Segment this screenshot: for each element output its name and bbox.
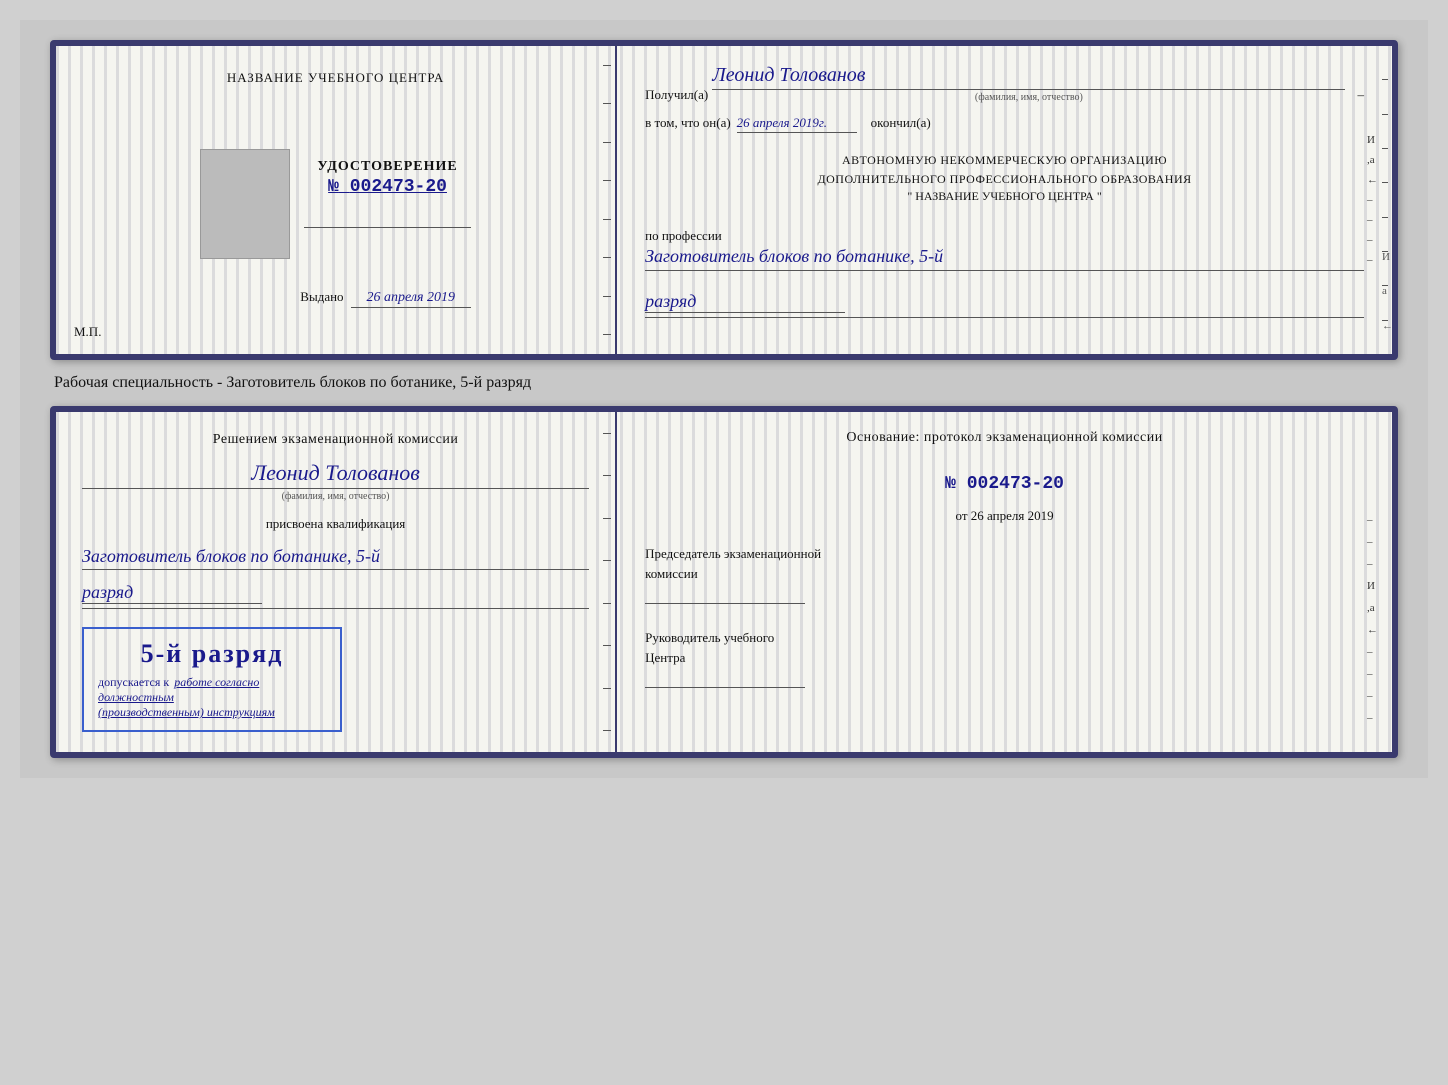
ot-line: от 26 апреля 2019 [645, 508, 1364, 524]
protocol-number-block: № 002473-20 [645, 466, 1364, 494]
doc2-side-labels: – – – И ,а ← – – – – [1367, 514, 1378, 724]
doc1-center-title: НАЗВАНИЕ УЧЕБНОГО ЦЕНТРА [86, 70, 585, 86]
vydano-line: Выдано 26 апреля 2019 [200, 289, 471, 308]
doc2-left-ticks [603, 412, 615, 752]
stamp-number: 5-й разряд [98, 639, 326, 669]
predsedatel-label1: Председатель экзаменационной [645, 544, 1364, 564]
doc1-right-panel: Получил(а) Леонид Толованов (фамилия, им… [617, 46, 1392, 354]
prisvoena-text: присвоена квалификация [82, 516, 589, 532]
predsedatel-block: Председатель экзаменационной комиссии [645, 544, 1364, 604]
dopuskaetsya-text: допускается к работе согласно должностны… [98, 675, 326, 720]
person-name: Леонид Толованов [82, 460, 589, 489]
page-container: НАЗВАНИЕ УЧЕБНОГО ЦЕНТРА УДОСТОВЕРЕНИЕ №… [20, 20, 1428, 778]
side-labels: И ,а ← – – – – [1367, 134, 1378, 266]
person-block: Леонид Толованов (фамилия, имя, отчество… [82, 456, 589, 502]
org-block: АВТОНОМНУЮ НЕКОММЕРЧЕСКУЮ ОРГАНИЗАЦИЮ ДО… [645, 151, 1364, 204]
right-ticks: И а ← [1382, 46, 1388, 354]
qualification-text: Заготовитель блоков по ботанике, 5-й [82, 544, 589, 570]
doc2-left-panel: Решением экзаменационной комиссии Леонид… [56, 412, 617, 752]
stamp-box: 5-й разряд допускается к работе согласно… [82, 627, 342, 732]
po-professii-block: по профессии Заготовитель блоков по бота… [645, 222, 1364, 270]
razryad-block: разряд [645, 287, 1364, 318]
poluchil-name: Леонид Толованов [712, 64, 1345, 90]
rukovoditel-label1: Руководитель учебного [645, 628, 1364, 648]
udostoverenie-label: УДОСТОВЕРЕНИЕ [304, 159, 471, 175]
rukovoditel-block: Руководитель учебного Центра [645, 628, 1364, 688]
razryad2-block: разряд [82, 580, 589, 609]
border-ticks [603, 46, 615, 354]
predsedatel-sign-line [645, 603, 805, 604]
rukovoditel-sign-line [645, 687, 805, 688]
resheniem-text: Решением экзаменационной комиссии [82, 432, 589, 448]
subtitle-text: Рабочая специальность - Заготовитель бло… [50, 360, 1398, 406]
document-card-1: НАЗВАНИЕ УЧЕБНОГО ЦЕНТРА УДОСТОВЕРЕНИЕ №… [50, 40, 1398, 360]
protocol-number: № 002473-20 [645, 474, 1364, 494]
rukovoditel-label2: Центра [645, 648, 1364, 668]
razryad-text: разряд [645, 291, 845, 313]
doc1-left-panel: НАЗВАНИЕ УЧЕБНОГО ЦЕНТРА УДОСТОВЕРЕНИЕ №… [56, 46, 617, 354]
photo-placeholder [200, 149, 290, 259]
profession-text: Заготовитель блоков по ботанике, 5-й [645, 244, 1364, 270]
doc1-number: № 002473-20 [304, 177, 471, 197]
predsedatel-label2: комиссии [645, 564, 1364, 584]
vtom-line: в том, что он(а) 26 апреля 2019г. окончи… [645, 115, 1364, 133]
osnovanie-text: Основание: протокол экзаменационной коми… [645, 430, 1364, 446]
poluchil-line: Получил(а) Леонид Толованов (фамилия, им… [645, 64, 1364, 103]
document-card-2: Решением экзаменационной комиссии Леонид… [50, 406, 1398, 758]
mp-label: М.П. [74, 324, 101, 340]
doc2-right-panel: Основание: протокол экзаменационной коми… [617, 412, 1392, 752]
